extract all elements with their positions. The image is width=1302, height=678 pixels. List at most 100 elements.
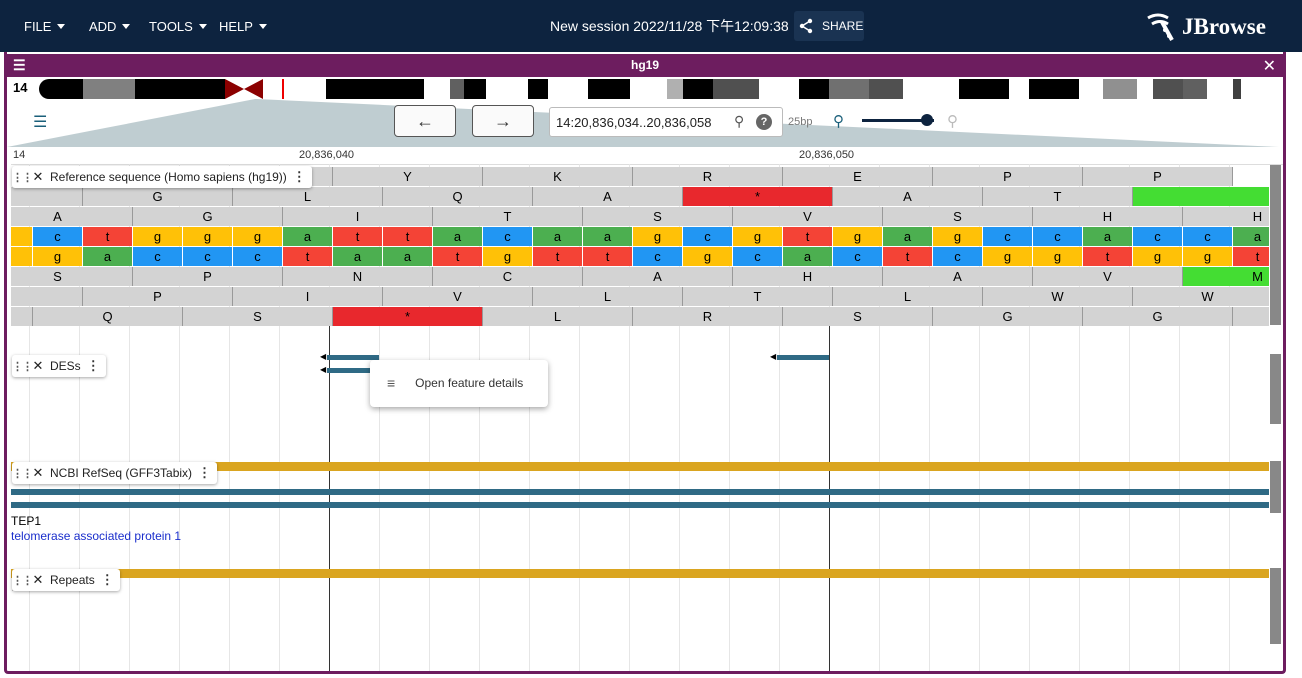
- track-scrollbar[interactable]: [1270, 354, 1281, 424]
- ideogram-band: [829, 79, 869, 99]
- location-search-input[interactable]: 14:20,836,034..20,836,058 ⚲ ?: [549, 107, 783, 137]
- add-menu[interactable]: ADD: [89, 0, 131, 52]
- repeat-feature[interactable]: [11, 569, 1269, 578]
- gene-feature[interactable]: [11, 489, 1269, 495]
- track-header-reference: ⋮⋮ ✕ Reference sequence (Homo sapiens (h…: [12, 166, 312, 188]
- amino-acid-cell: W: [1133, 287, 1269, 306]
- base-cell: t: [283, 247, 333, 266]
- ideogram-band: [1153, 79, 1183, 99]
- track-menu-icon[interactable]: ⋮: [198, 465, 211, 481]
- track-scrollbar[interactable]: [1270, 568, 1281, 644]
- track-selector-icon[interactable]: ☰: [33, 112, 47, 132]
- track-scrollbar[interactable]: [1270, 165, 1281, 325]
- amino-acid-cell: W: [983, 287, 1133, 306]
- base-cell: c: [633, 247, 683, 266]
- base-cell: t: [783, 227, 833, 246]
- base-cell: a: [283, 227, 333, 246]
- track-label: Repeats: [50, 573, 95, 587]
- base-cell: c: [733, 247, 783, 266]
- gene-feature[interactable]: [11, 502, 1269, 508]
- base-cell: g: [33, 247, 83, 266]
- arrow-left-icon: ←: [416, 110, 434, 131]
- amino-acid-cell: S: [583, 207, 733, 226]
- base-cell: c: [833, 247, 883, 266]
- chevron-down-icon: [122, 23, 131, 29]
- amino-acid-cell: A: [583, 267, 733, 286]
- track-menu-icon[interactable]: ⋮: [293, 169, 306, 185]
- amino-acid-cell: L: [483, 307, 633, 326]
- zoom-slider[interactable]: [862, 114, 934, 126]
- amino-acid-cell: L: [233, 187, 383, 206]
- base-cell: t: [533, 247, 583, 266]
- drag-handle-icon[interactable]: ⋮⋮: [12, 467, 33, 480]
- base-cell: c: [683, 227, 733, 246]
- session-title[interactable]: New session 2022/11/28 下午12:09:38: [550, 16, 790, 36]
- search-icon[interactable]: ⚲: [734, 113, 744, 130]
- drag-handle-icon[interactable]: ⋮⋮: [12, 574, 33, 587]
- drag-handle-icon[interactable]: ⋮⋮: [12, 360, 33, 373]
- des-feature[interactable]: [327, 368, 371, 373]
- base-cell: g: [983, 247, 1033, 266]
- base-cell: c: [1133, 227, 1183, 246]
- base-cell: c: [183, 247, 233, 266]
- close-track-icon[interactable]: ✕: [30, 358, 46, 374]
- amino-acid-cell: E: [783, 167, 933, 186]
- amino-acid-cell: L: [533, 287, 683, 306]
- track-menu-icon[interactable]: ⋮: [87, 358, 100, 374]
- base-cell: a: [583, 227, 633, 246]
- amino-acid-cell: H: [1033, 207, 1183, 226]
- translation-frame-reverse: Q S * L R S G G: [11, 307, 1269, 327]
- amino-acid-cell: R: [633, 307, 783, 326]
- close-track-icon[interactable]: ✕: [30, 465, 46, 481]
- des-feature[interactable]: [327, 355, 379, 360]
- arrow-right-icon: →: [494, 110, 512, 131]
- scroll-left-button[interactable]: ←: [394, 105, 456, 137]
- help-icon[interactable]: ?: [756, 114, 772, 130]
- zoom-out-icon[interactable]: ⚲: [833, 112, 844, 130]
- position-line: [829, 326, 830, 671]
- track-menu-icon[interactable]: ⋮: [101, 572, 114, 588]
- ideogram-band: [39, 79, 83, 99]
- close-track-icon[interactable]: ✕: [30, 169, 46, 185]
- centromere: [225, 79, 263, 99]
- base-cell: g: [1183, 247, 1233, 266]
- track-scrollbar[interactable]: [1270, 461, 1281, 513]
- chromosome-ideogram[interactable]: [39, 79, 1281, 99]
- base-cell: g: [633, 227, 683, 246]
- amino-acid-cell: T: [683, 287, 833, 306]
- help-menu[interactable]: HELP: [219, 0, 267, 52]
- ideogram-band: [83, 79, 135, 99]
- zoom-slider-thumb[interactable]: [920, 114, 933, 126]
- ideogram-band: [1183, 79, 1207, 99]
- view-header: ☰ hg19 ✕: [7, 54, 1283, 77]
- base-cell: t: [333, 227, 383, 246]
- ideogram-band: [450, 79, 464, 99]
- amino-acid-cell: A: [11, 207, 133, 226]
- amino-acid-cell: P: [1083, 167, 1233, 186]
- linear-genome-view: ☰ hg19 ✕ 14 ☰ ← → 14:20,836,034..20,836,…: [4, 52, 1286, 674]
- track-header-repeats: ⋮⋮ ✕ Repeats ⋮: [12, 569, 120, 591]
- strand-arrow-icon: ◀: [770, 352, 777, 361]
- track-label: Reference sequence (Homo sapiens (hg19)): [50, 170, 287, 184]
- amino-acid-cell: *: [683, 187, 833, 206]
- tools-menu[interactable]: TOOLS: [149, 0, 207, 52]
- base-cell: g: [233, 227, 283, 246]
- share-icon: [799, 18, 813, 34]
- track-label: DESs: [50, 359, 81, 373]
- strand-arrow-icon: ◀: [320, 365, 327, 374]
- drag-handle-icon[interactable]: ⋮⋮: [12, 171, 33, 184]
- ideogram-band: [1029, 79, 1079, 99]
- ideogram-band: [1233, 79, 1241, 99]
- close-track-icon[interactable]: ✕: [30, 572, 46, 588]
- amino-acid-cell: L: [833, 287, 983, 306]
- scroll-right-button[interactable]: →: [472, 105, 534, 137]
- bp-per-view-label: 25bp: [788, 116, 813, 128]
- strand-arrow-icon: ◀: [320, 352, 327, 361]
- open-feature-details-menu-item[interactable]: ≡ Open feature details: [370, 368, 548, 398]
- share-button[interactable]: SHARE: [794, 11, 864, 41]
- file-menu[interactable]: FILE: [24, 0, 66, 52]
- close-view-icon[interactable]: ✕: [1263, 56, 1276, 76]
- base-cell: a: [1083, 227, 1133, 246]
- track-header-des: ⋮⋮ ✕ DESs ⋮: [12, 355, 106, 377]
- des-feature[interactable]: [777, 355, 829, 360]
